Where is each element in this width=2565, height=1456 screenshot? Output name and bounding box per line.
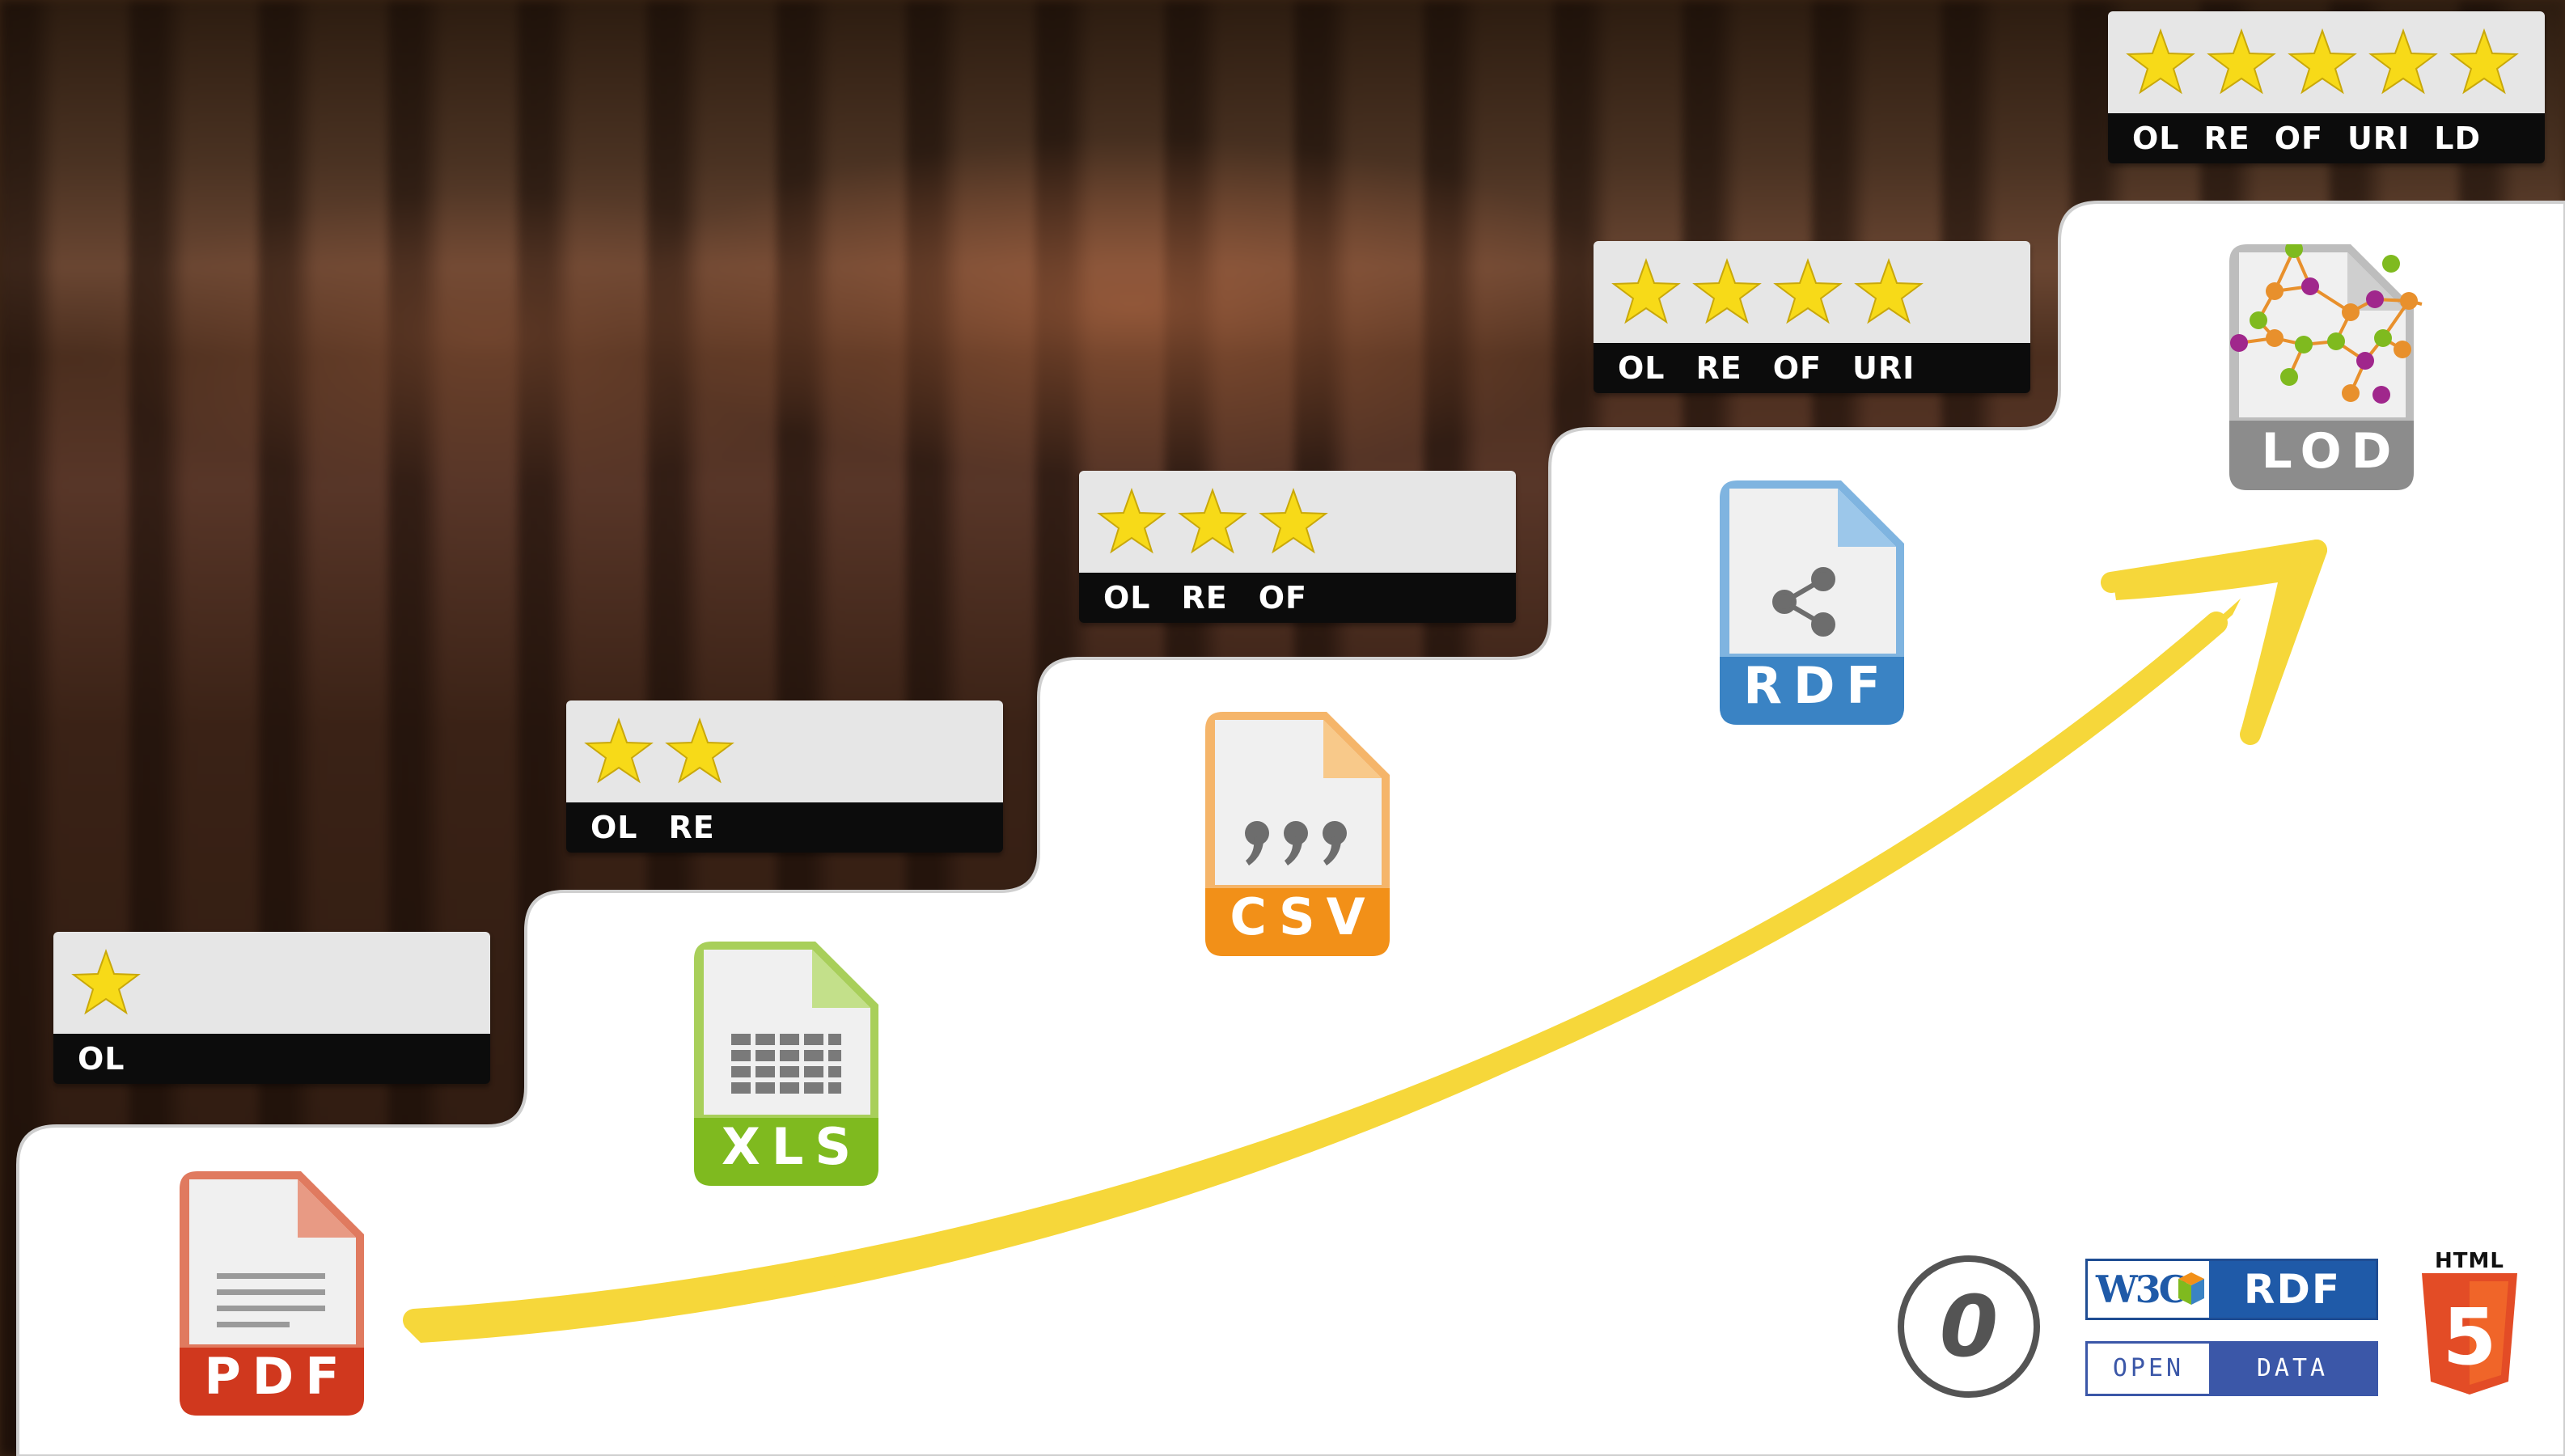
- html5-shield-icon: 5: [2422, 1273, 2517, 1395]
- semantic-web-cube-icon: [2178, 1272, 2204, 1305]
- csv-label: CSV: [1230, 887, 1377, 946]
- csv-file-icon: CSV: [1205, 712, 1390, 956]
- pdf-label: PDF: [204, 1347, 351, 1406]
- open-data-left: OPEN: [2112, 1354, 2185, 1382]
- pdf-file-icon: PDF: [180, 1171, 364, 1416]
- html5-logo: HTML 5: [2417, 1249, 2522, 1403]
- html5-label: HTML: [2435, 1249, 2504, 1273]
- w3c-rdf-badge: W3C RDF: [2085, 1259, 2378, 1320]
- lod-file-icon: LOD: [2229, 244, 2427, 490]
- xls-label: XLS: [722, 1117, 862, 1176]
- xls-file-icon: XLS: [694, 942, 878, 1186]
- lod-label: LOD: [2261, 423, 2402, 480]
- open-data-badge: OPEN DATA: [2085, 1341, 2378, 1396]
- html5-number: 5: [2443, 1292, 2497, 1382]
- cc0-zero: 0: [1939, 1277, 1999, 1376]
- w3c-logo: W3C: [2088, 1261, 2209, 1318]
- rdf-file-icon: RDF: [1720, 480, 1904, 725]
- cc0-license-icon: 0: [1898, 1255, 2040, 1398]
- rdf-label: RDF: [1743, 656, 1892, 715]
- open-data-right: DATA: [2209, 1344, 2376, 1394]
- w3c-text: W3C: [2096, 1268, 2188, 1311]
- w3c-rdf-text: RDF: [2209, 1261, 2376, 1318]
